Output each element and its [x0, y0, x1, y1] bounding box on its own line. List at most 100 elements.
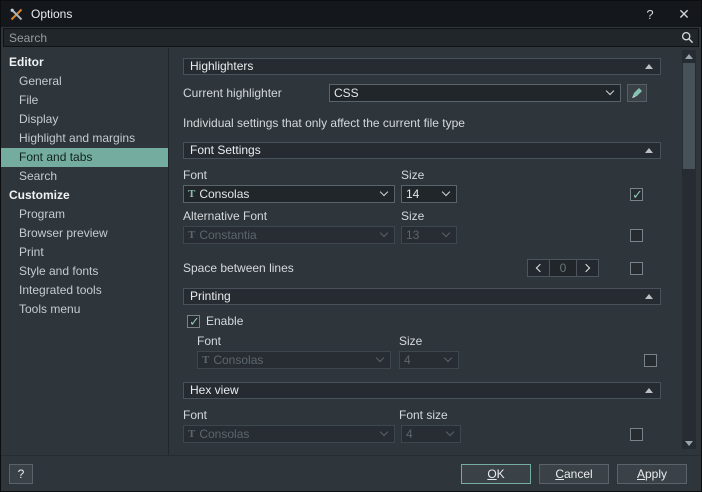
sidebar-item-program[interactable]: Program: [1, 205, 168, 224]
sidebar-item-general[interactable]: General: [1, 72, 168, 91]
cancel-button[interactable]: Cancel: [539, 464, 609, 484]
collapse-arrow-icon: [645, 294, 653, 299]
printing-font-select: T Consolas: [197, 351, 391, 369]
font-icon: T: [202, 355, 209, 366]
alt-font-labels-row: Alternative Font Size: [183, 209, 661, 223]
sidebar-group-customize: Customize: [1, 186, 168, 205]
font-value: Consolas: [199, 187, 249, 201]
section-title-printing: Printing: [190, 289, 231, 303]
sidebar-item-highlight-margins[interactable]: Highlight and margins: [1, 129, 168, 148]
current-highlighter-label: Current highlighter: [183, 86, 329, 100]
space-between-lines-stepper: 0: [527, 259, 599, 277]
current-highlighter-select[interactable]: CSS: [329, 84, 621, 102]
font-row: T Consolas 14: [183, 185, 661, 203]
chevron-down-icon: [380, 188, 388, 196]
section-header-font-settings[interactable]: Font Settings: [183, 142, 661, 159]
sidebar-item-integrated-tools[interactable]: Integrated tools: [1, 281, 168, 300]
sidebar-item-browser-preview[interactable]: Browser preview: [1, 224, 168, 243]
options-window: Options ? ✕ Editor General File Display …: [0, 0, 702, 492]
search-bar: [3, 28, 699, 47]
sidebar-item-style-and-fonts[interactable]: Style and fonts: [1, 262, 168, 281]
printing-enable-row: Enable: [183, 314, 661, 328]
printing-enable-checkbox[interactable]: [187, 315, 200, 328]
close-button[interactable]: ✕: [667, 1, 701, 27]
sidebar-item-font-and-tabs[interactable]: Font and tabs: [1, 148, 168, 167]
chevron-down-icon: [442, 188, 450, 196]
printing-row-checkbox[interactable]: [644, 354, 657, 367]
section-title-font-settings: Font Settings: [190, 143, 261, 157]
alt-size-label: Size: [401, 209, 424, 223]
chevron-right-icon: [582, 264, 590, 272]
hex-font-row: T Consolas 4: [183, 425, 661, 443]
space-between-lines-row: Space between lines 0: [183, 259, 661, 277]
printing-size-label: Size: [399, 334, 422, 348]
section-header-hex-view[interactable]: Hex view: [183, 382, 661, 399]
sidebar-item-search[interactable]: Search: [1, 167, 168, 186]
sidebar-item-tools-menu[interactable]: Tools menu: [1, 300, 168, 319]
section-header-highlighters[interactable]: Highlighters: [183, 58, 661, 75]
titlebar: Options ? ✕: [1, 1, 701, 27]
hex-font-value: Consolas: [199, 427, 249, 441]
printing-font-size-value: 4: [404, 353, 411, 367]
font-size-select[interactable]: 14: [401, 185, 457, 203]
chevron-down-icon: [380, 428, 388, 436]
printing-font-value: Consolas: [213, 353, 263, 367]
apply-button[interactable]: Apply: [617, 464, 687, 484]
settings-panel: Highlighters Current highlighter CSS Ind…: [169, 48, 679, 455]
highlighter-editor-button[interactable]: [627, 84, 647, 102]
vertical-scrollbar[interactable]: [682, 50, 696, 449]
hex-font-size-label: Font size: [399, 408, 448, 422]
font-enabled-checkbox[interactable]: [630, 188, 643, 201]
printing-font-size-select: 4: [399, 351, 459, 369]
section-header-printing[interactable]: Printing: [183, 288, 661, 305]
font-size-value: 14: [406, 187, 419, 201]
sidebar-item-print[interactable]: Print: [1, 243, 168, 262]
sidebar-group-editor: Editor: [1, 53, 168, 72]
alternative-font-size-select: 13: [401, 226, 457, 244]
app-icon: [9, 7, 24, 22]
sidebar: Editor General File Display Highlight an…: [1, 48, 169, 455]
chevron-down-icon: [442, 229, 450, 237]
scroll-up-button[interactable]: [682, 50, 696, 62]
alternative-font-enabled-checkbox[interactable]: [630, 229, 643, 242]
stepper-value: 0: [549, 260, 577, 276]
size-label: Size: [401, 168, 424, 182]
highlighter-note: Individual settings that only affect the…: [183, 116, 661, 130]
chevron-down-icon: [444, 354, 452, 362]
printing-labels-row: Font Size: [197, 334, 661, 348]
stepper-increment-button[interactable]: [577, 260, 598, 276]
printing-enable-label: Enable: [206, 314, 243, 328]
chevron-down-icon: [376, 354, 384, 362]
sidebar-item-file[interactable]: File: [1, 91, 168, 110]
stepper-decrement-button[interactable]: [528, 260, 549, 276]
footer: ? OK Cancel Apply: [1, 455, 701, 491]
chevron-down-icon: [380, 229, 388, 237]
alternative-font-size-value: 13: [406, 228, 419, 242]
current-highlighter-row: Current highlighter CSS: [183, 84, 661, 102]
arrow-down-icon: [685, 441, 693, 446]
brush-icon: [631, 87, 643, 99]
chevron-left-icon: [536, 264, 544, 272]
section-title-hex-view: Hex view: [190, 383, 239, 397]
alternative-font-select: T Constantia: [183, 226, 395, 244]
font-icon: T: [188, 429, 195, 440]
sidebar-item-display[interactable]: Display: [1, 110, 168, 129]
current-highlighter-value: CSS: [334, 86, 359, 100]
scroll-down-button[interactable]: [682, 437, 696, 449]
ok-button[interactable]: OK: [461, 464, 531, 484]
titlebar-help-button[interactable]: ?: [633, 1, 667, 27]
space-between-lines-checkbox[interactable]: [630, 262, 643, 275]
scrollbar-thumb[interactable]: [683, 63, 695, 169]
help-button[interactable]: ?: [9, 464, 33, 484]
chevron-down-icon: [606, 87, 614, 95]
font-select[interactable]: T Consolas: [183, 185, 395, 203]
search-input[interactable]: [4, 29, 698, 46]
alternative-font-value: Constantia: [199, 228, 256, 242]
hex-font-size-value: 4: [406, 427, 413, 441]
hex-font-size-select: 4: [401, 425, 461, 443]
printing-font-label: Font: [197, 334, 399, 348]
font-label: Font: [183, 168, 401, 182]
hex-font-label: Font: [183, 408, 399, 422]
section-title-highlighters: Highlighters: [190, 59, 253, 73]
hex-row-checkbox[interactable]: [630, 428, 643, 441]
